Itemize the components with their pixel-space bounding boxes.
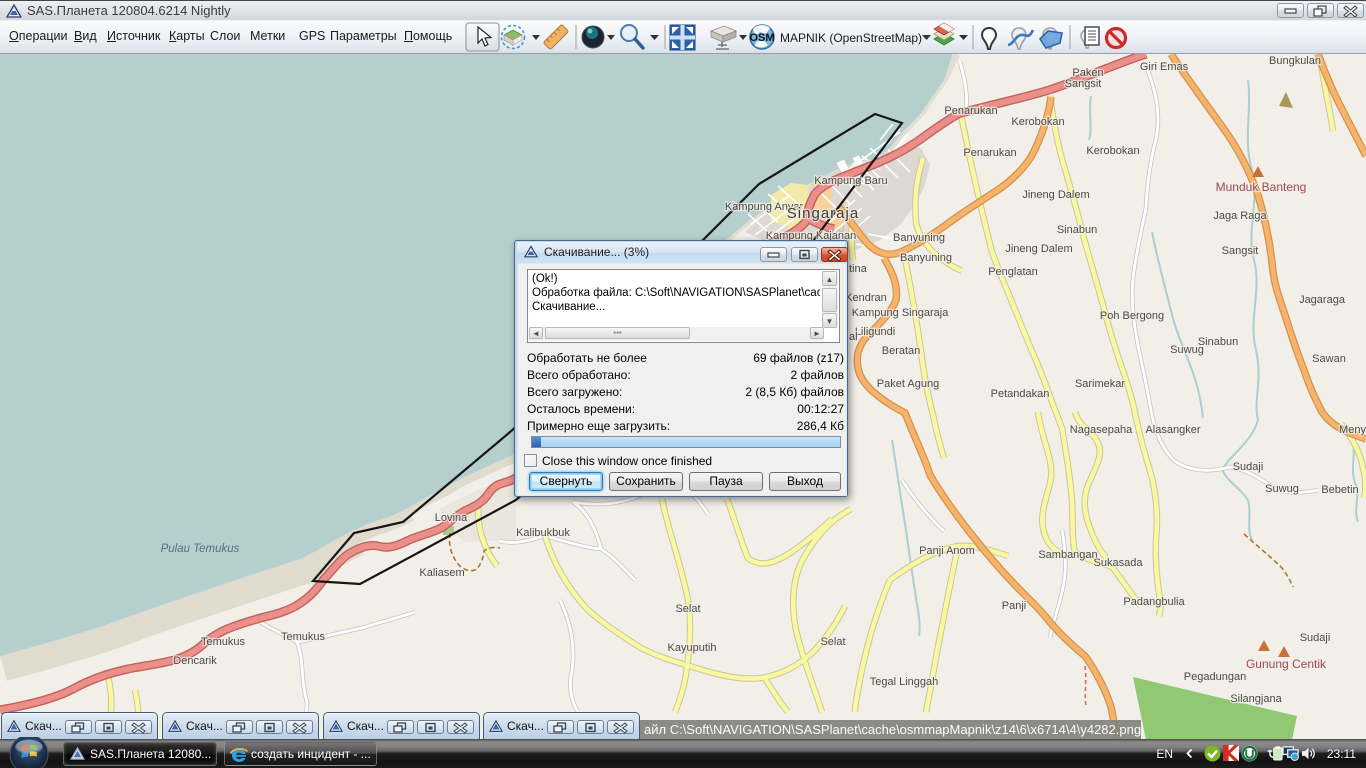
svg-text:MAPNIK (OpenStreetMap): MAPNIK (OpenStreetMap) — [780, 31, 922, 45]
svg-text:Panji: Panji — [1002, 600, 1026, 612]
svg-text:Sudaji: Sudaji — [1233, 461, 1264, 473]
svg-text:Dencarik: Dencarik — [173, 655, 217, 667]
svg-text:Lovina: Lovina — [435, 512, 468, 524]
svg-text:Jaga Raga: Jaga Raga — [1213, 210, 1267, 222]
svg-text:Sawan: Sawan — [1312, 353, 1346, 365]
svg-text:Tegal Linggah: Tegal Linggah — [870, 676, 939, 688]
svg-text:Kendran: Kendran — [845, 292, 887, 304]
svg-text:Penarukan: Penarukan — [944, 105, 997, 117]
svg-text:Jagaraga: Jagaraga — [1299, 294, 1346, 306]
svg-text:Kerobokan: Kerobokan — [1011, 116, 1064, 128]
svg-text:Penglatan: Penglatan — [988, 266, 1038, 278]
svg-text:tina: tina — [849, 263, 868, 275]
svg-text:Bungkulan: Bungkulan — [1269, 55, 1321, 67]
svg-text:Sangsit: Sangsit — [1065, 78, 1102, 90]
svg-text:Suwug: Suwug — [1265, 483, 1299, 495]
svg-text:Beratan: Beratan — [882, 345, 921, 357]
svg-text:Pegadungan: Pegadungan — [1184, 671, 1246, 683]
svg-text:Nagasepaha: Nagasepaha — [1070, 424, 1133, 436]
svg-text:Menyali: Menyali — [1339, 424, 1366, 436]
svg-text:Temukus: Temukus — [281, 631, 326, 643]
svg-text:Selat: Selat — [675, 603, 700, 615]
svg-text:Sinabun: Sinabun — [1057, 224, 1097, 236]
svg-text:Munduk Banteng: Munduk Banteng — [1216, 180, 1307, 194]
svg-text:Paket Agung: Paket Agung — [877, 378, 939, 390]
svg-text:Singaraja: Singaraja — [787, 205, 859, 222]
svg-text:Bebetin: Bebetin — [1321, 484, 1358, 496]
svg-text:Petandakan: Petandakan — [991, 388, 1050, 400]
svg-text:Banyuning: Banyuning — [893, 232, 945, 244]
svg-text:Sinabun: Sinabun — [1198, 336, 1238, 348]
svg-text:Sarimekar: Sarimekar — [1075, 378, 1125, 390]
svg-text:Kerobokan: Kerobokan — [1086, 145, 1139, 157]
svg-text:Temukus: Temukus — [201, 636, 246, 648]
svg-text:Suwug: Suwug — [1170, 344, 1204, 356]
svg-text:Poh Bergong: Poh Bergong — [1100, 310, 1164, 322]
svg-text:Kampung Singaraja: Kampung Singaraja — [852, 307, 950, 319]
svg-text:OSM: OSM — [749, 32, 774, 44]
svg-text:Sangsit: Sangsit — [1222, 245, 1259, 257]
svg-text:Gunung Centik: Gunung Centik — [1246, 657, 1327, 671]
svg-text:Silangjana: Silangjana — [1230, 693, 1282, 705]
svg-text:Sudaji: Sudaji — [1300, 632, 1331, 644]
svg-text:Padangbulia: Padangbulia — [1123, 596, 1185, 608]
svg-text:Sukasada: Sukasada — [1094, 557, 1144, 569]
svg-text:Jineng Dalem: Jineng Dalem — [1005, 243, 1072, 255]
svg-text:Penarukan: Penarukan — [963, 147, 1016, 159]
svg-text:Sambangan: Sambangan — [1038, 549, 1097, 561]
svg-text:Kaliasem: Kaliasem — [419, 567, 464, 579]
svg-text:Kalibukbuk: Kalibukbuk — [516, 527, 570, 539]
svg-text:Kampung Baru: Kampung Baru — [814, 175, 887, 187]
svg-text:Liligundi: Liligundi — [855, 326, 895, 338]
svg-text:Pulau Temukus: Pulau Temukus — [161, 543, 240, 555]
svg-text:Kayuputih: Kayuputih — [668, 642, 717, 654]
svg-text:Giri Emas: Giri Emas — [1140, 61, 1189, 73]
svg-text:Selat: Selat — [820, 636, 845, 648]
svg-text:Banyuning: Banyuning — [900, 252, 952, 264]
svg-text:Jineng Dalem: Jineng Dalem — [1022, 189, 1089, 201]
svg-text:Panji Anom: Panji Anom — [919, 545, 975, 557]
svg-text:Alasangker: Alasangker — [1145, 424, 1200, 436]
svg-text:al: al — [849, 331, 858, 343]
